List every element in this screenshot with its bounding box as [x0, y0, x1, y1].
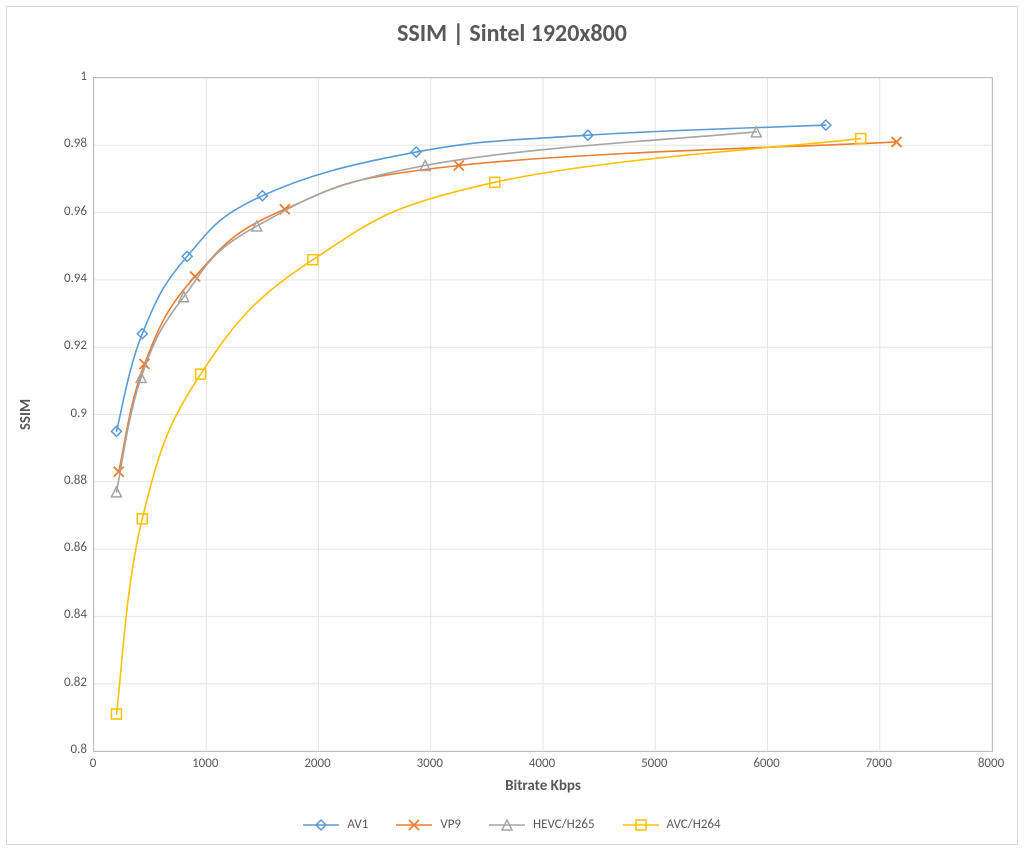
- x-tick-label: 2000: [288, 756, 348, 771]
- y-tick-label: 0.88: [35, 473, 87, 488]
- x-tick-label: 1000: [175, 756, 235, 771]
- y-tick-label: 0.84: [35, 607, 87, 622]
- legend-item-av1: AV1: [303, 817, 368, 832]
- series-avc-h264: [111, 134, 865, 719]
- x-tick-label: 3000: [400, 756, 460, 771]
- legend-item-vp9: VP9: [396, 817, 461, 832]
- legend-label: AVC/H264: [667, 817, 721, 832]
- series-hevc-h265: [111, 127, 761, 497]
- x-icon: [396, 818, 432, 832]
- y-tick-label: 1: [35, 69, 87, 84]
- series-av1: [111, 120, 830, 436]
- y-tick-label: 0.94: [35, 271, 87, 286]
- x-tick-label: 4000: [512, 756, 572, 771]
- x-tick-label: 7000: [849, 756, 909, 771]
- x-tick-label: 6000: [737, 756, 797, 771]
- x-tick-label: 0: [63, 756, 123, 771]
- square-icon: [623, 818, 659, 832]
- y-tick-label: 0.9: [35, 406, 87, 421]
- chart-title: SSIM | Sintel 1920x800: [7, 19, 1017, 48]
- series-vp9: [114, 137, 902, 477]
- y-tick-label: 0.92: [35, 338, 87, 353]
- legend: AV1 VP9 HEVC/H265 AVC/H264: [7, 817, 1017, 832]
- x-axis-title: Bitrate Kbps: [93, 777, 993, 795]
- triangle-icon: [489, 818, 525, 832]
- y-axis-title: SSIM: [17, 77, 37, 752]
- legend-label: VP9: [440, 817, 461, 832]
- y-tick-label: 0.96: [35, 204, 87, 219]
- diamond-icon: [303, 818, 339, 832]
- legend-item-avc-h264: AVC/H264: [623, 817, 721, 832]
- y-tick-label: 0.86: [35, 540, 87, 555]
- x-tick-label: 8000: [961, 756, 1021, 771]
- y-tick-label: 0.8: [35, 742, 87, 757]
- x-tick-label: 5000: [624, 756, 684, 771]
- y-tick-label: 0.82: [35, 675, 87, 690]
- legend-label: HEVC/H265: [533, 817, 595, 832]
- plot-area: [93, 77, 993, 752]
- legend-item-hevc-h265: HEVC/H265: [489, 817, 595, 832]
- chart-frame: SSIM | Sintel 1920x800 SSIM Bitrate Kbps…: [6, 6, 1018, 845]
- legend-label: AV1: [347, 817, 368, 832]
- y-tick-label: 0.98: [35, 136, 87, 151]
